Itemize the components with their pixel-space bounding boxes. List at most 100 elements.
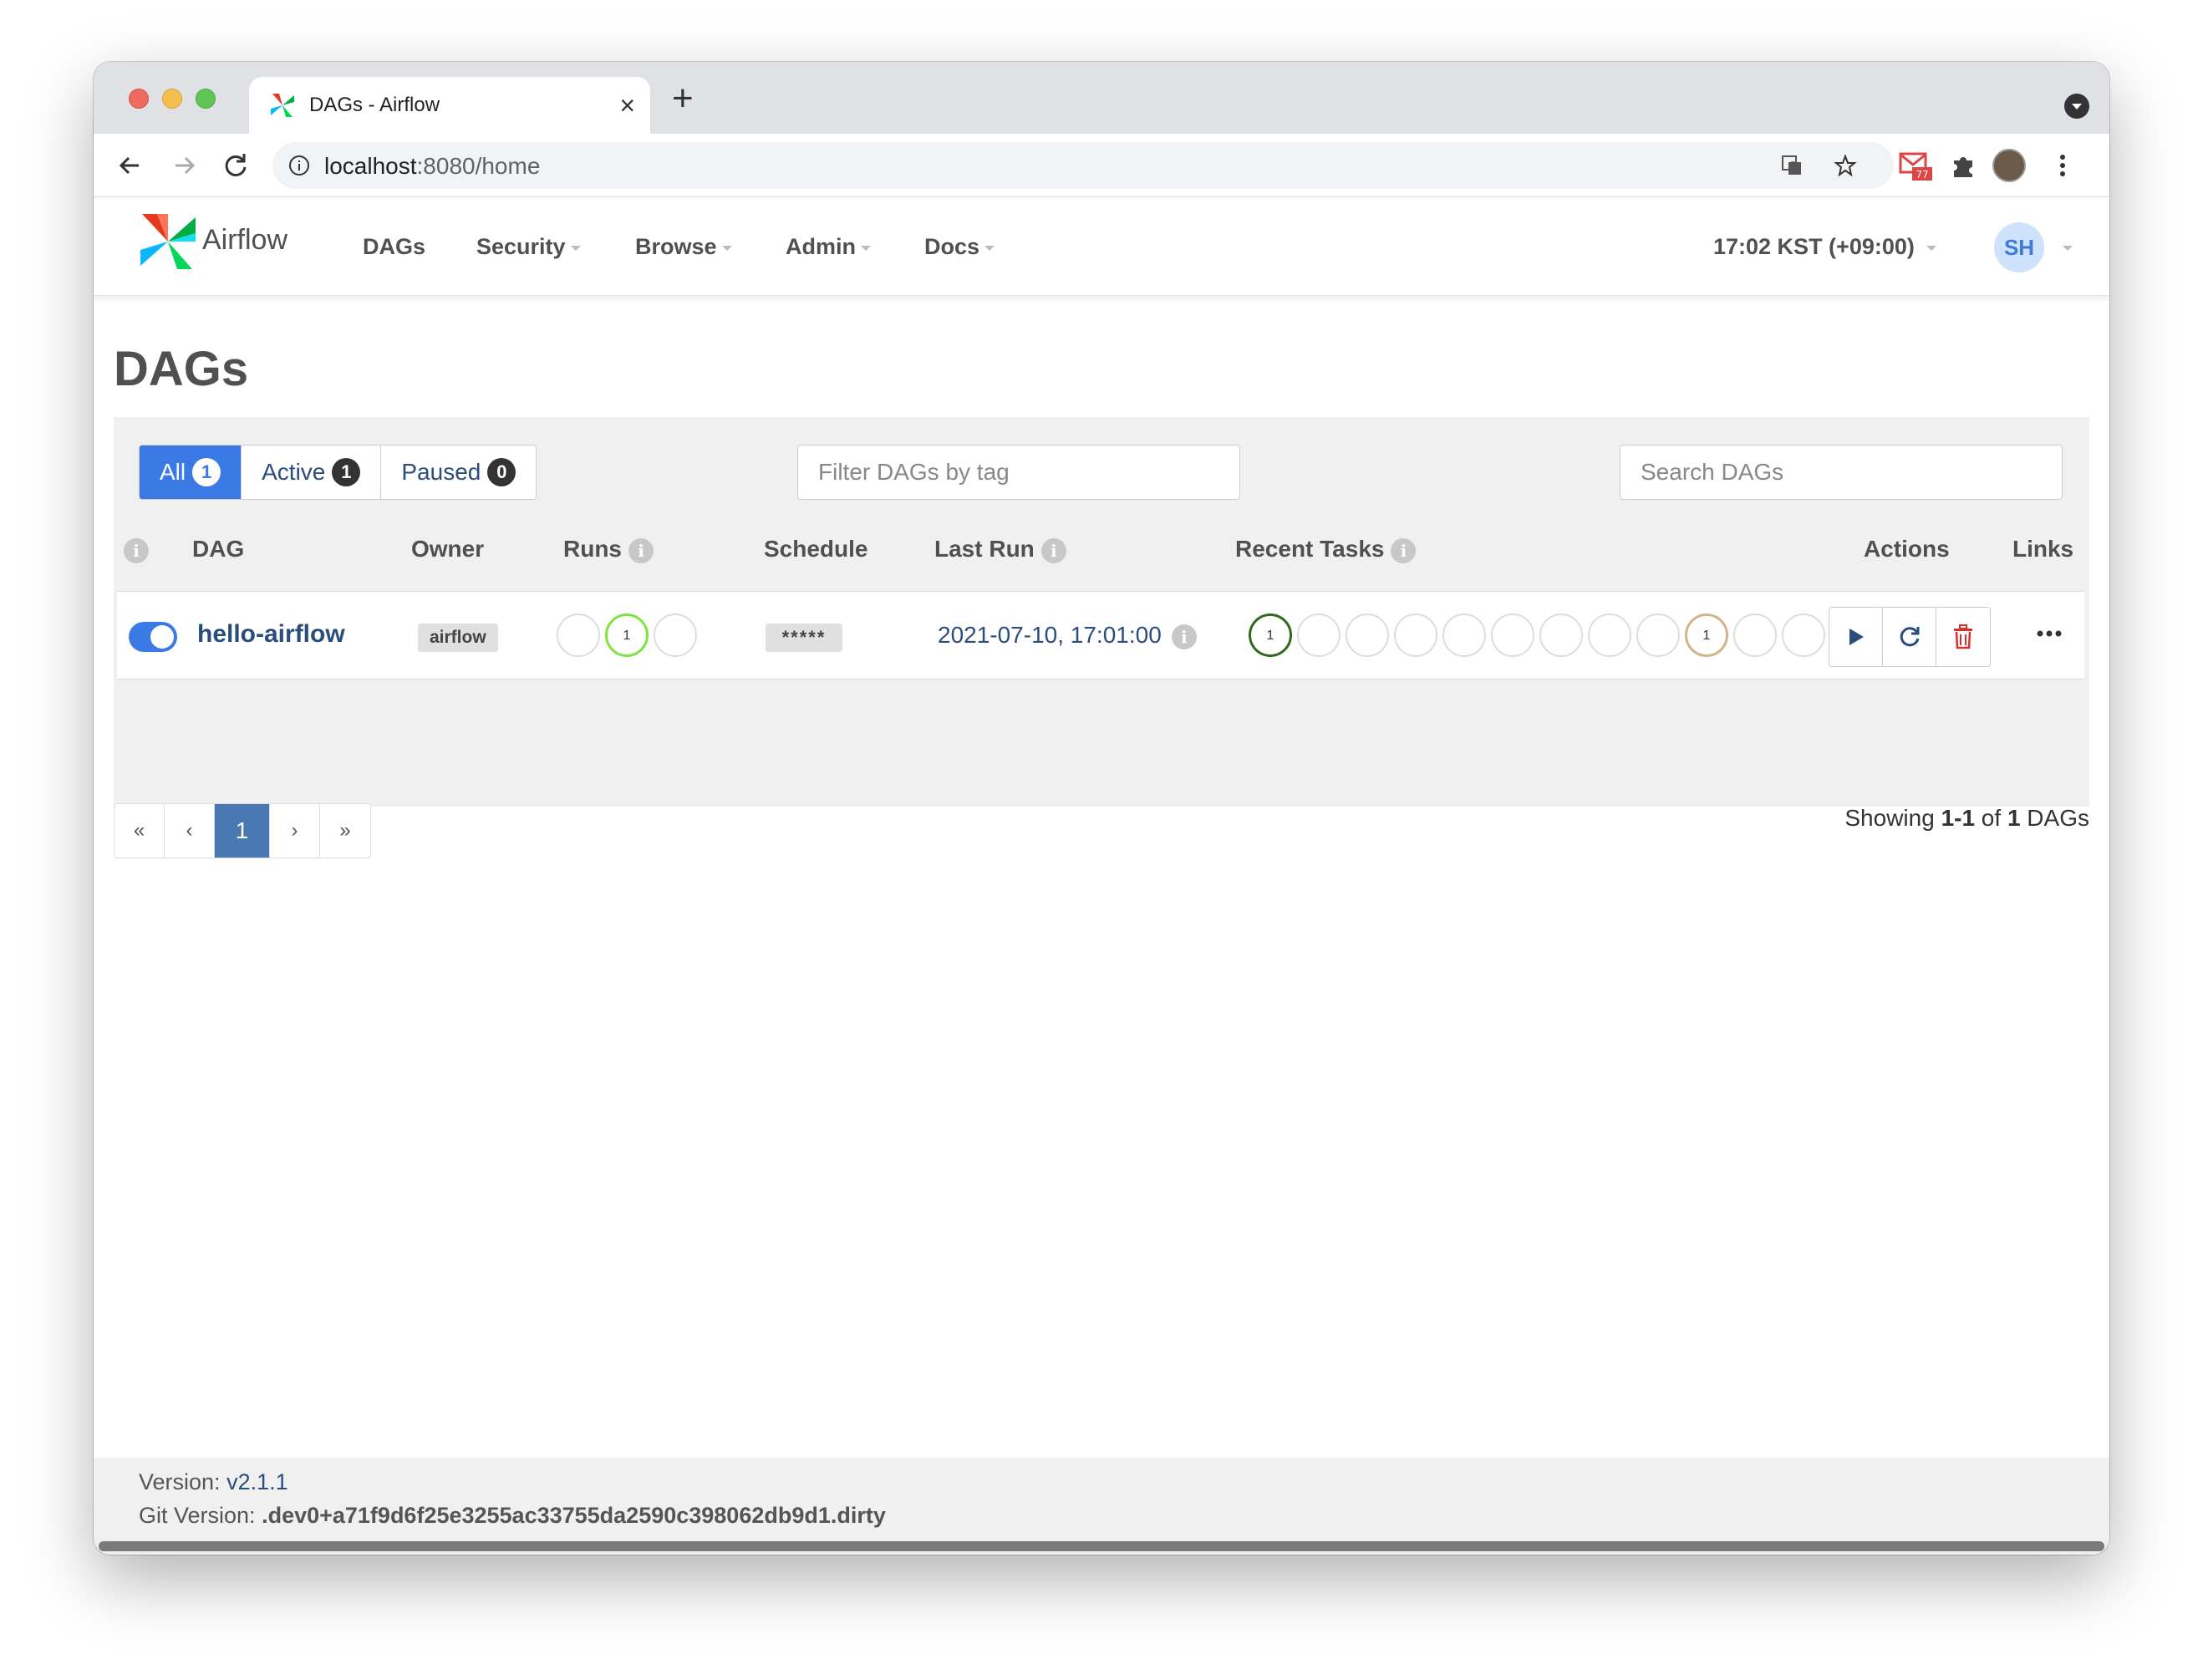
tab-close-icon[interactable]: × (619, 89, 635, 122)
git-version-line: Git Version: .dev0+a71f9d6f25e3255ac3375… (139, 1503, 886, 1529)
status-filter-group: All 1 Active 1 Paused 0 (139, 445, 537, 500)
horizontal-scrollbar[interactable] (99, 1541, 2104, 1551)
caret-down-icon (861, 245, 871, 251)
task-state-scheduled[interactable]: 1 (1685, 613, 1728, 657)
page-last-button[interactable]: » (320, 804, 370, 858)
back-arrow-icon[interactable] (114, 149, 147, 182)
run-state-success[interactable]: 1 (605, 613, 649, 657)
git-version-value: .dev0+a71f9d6f25e3255ac33755da2590c39806… (262, 1503, 886, 1528)
page-next-button[interactable]: › (270, 804, 320, 858)
nav-browse[interactable]: Browse (635, 234, 732, 260)
table-row: hello-airflow airflow 1 ***** 2021-07-10… (117, 591, 2084, 680)
last-run-detail-icon[interactable]: i (1171, 624, 1197, 649)
tab-search-icon[interactable] (2064, 94, 2089, 119)
header-actions: Actions (1864, 536, 1950, 562)
browser-toolbar: localhost:8080/home G 77 (94, 134, 2109, 197)
profile-avatar[interactable] (1992, 149, 2026, 182)
version-value[interactable]: v2.1.1 (226, 1469, 288, 1494)
site-info-icon[interactable] (287, 154, 311, 177)
task-state-removed[interactable] (1782, 613, 1825, 657)
header-last-run: Last Run i (934, 536, 1066, 563)
task-state-up-for-retry[interactable] (1491, 613, 1534, 657)
version-label: Version: (139, 1469, 227, 1494)
header-owner[interactable]: Owner (411, 536, 484, 563)
window-maximize-button[interactable] (196, 89, 216, 109)
filter-all-button[interactable]: All 1 (140, 445, 242, 499)
actions-group (1829, 607, 1991, 667)
header-dag[interactable]: DAG (192, 536, 244, 563)
runs-info-icon[interactable]: i (628, 537, 654, 563)
owner-tag[interactable]: airflow (418, 624, 498, 652)
reload-icon[interactable] (219, 149, 252, 182)
nav-security[interactable]: Security (476, 234, 581, 260)
header-links: Links (2012, 536, 2074, 562)
user-avatar[interactable]: SH (1994, 222, 2044, 272)
bookmark-star-icon[interactable] (1834, 154, 1857, 177)
git-version-label: Git Version: (139, 1503, 262, 1528)
task-state-deferred[interactable] (1733, 613, 1777, 657)
address-bar[interactable]: localhost:8080/home G (272, 142, 1894, 189)
extensions-puzzle-icon[interactable] (1947, 149, 1981, 182)
dags-panel: All1 Active1 Paused0 i DAG Owner Runsi S… (114, 417, 2089, 858)
airflow-navbar: Airflow DAGs Security Browse Admin Docs … (94, 197, 2109, 296)
airflow-brand[interactable]: Airflow (202, 224, 287, 257)
window-minimize-button[interactable] (162, 89, 182, 109)
run-state-queued[interactable] (557, 613, 600, 657)
nav-docs[interactable]: Docs (924, 234, 995, 260)
task-state-failed[interactable] (1346, 613, 1389, 657)
airflow-logo-icon[interactable] (137, 211, 199, 272)
header-recent-tasks: Recent Tasks i (1235, 536, 1417, 563)
task-state-skipped[interactable] (1442, 613, 1486, 657)
nav-dags-label: DAGs (363, 234, 426, 259)
showing-count: Showing 1-1 of 1 DAGs (1844, 805, 2089, 832)
timezone-selector[interactable]: 17:02 KST (+09:00) (1713, 234, 1936, 260)
url-host: localhost (324, 153, 417, 179)
links-more-icon[interactable] (2036, 624, 2063, 644)
page-first-button[interactable]: « (114, 804, 165, 858)
task-state-up-for-reschedule[interactable] (1539, 613, 1583, 657)
recent-tasks-info-icon[interactable]: i (1391, 537, 1417, 563)
task-state-success[interactable]: 1 (1249, 613, 1292, 657)
user-menu-caret-icon[interactable] (2063, 246, 2073, 251)
last-run-info-icon[interactable]: i (1040, 537, 1066, 563)
footer: Version: v2.1.1 Git Version: .dev0+a71f9… (94, 1458, 2109, 1555)
header-schedule: Schedule (764, 536, 868, 562)
browser-tab[interactable]: DAGs - Airflow × (249, 77, 650, 134)
nav-admin[interactable]: Admin (786, 234, 871, 260)
trigger-dag-button[interactable] (1829, 608, 1883, 666)
header-recent-tasks-label: Recent Tasks (1235, 536, 1385, 562)
header-last-run-label: Last Run (934, 536, 1035, 562)
translate-icon[interactable]: G (1780, 154, 1804, 177)
nav-admin-label: Admin (786, 234, 856, 259)
run-state-failed[interactable] (654, 613, 697, 657)
task-state-queued[interactable] (1588, 613, 1631, 657)
task-state-none[interactable] (1636, 613, 1680, 657)
filter-active-button[interactable]: Active 1 (242, 445, 382, 499)
new-tab-button[interactable]: + (672, 80, 694, 117)
forward-arrow-icon[interactable] (167, 149, 201, 182)
url-path: :8080/home (416, 153, 541, 179)
delete-dag-button[interactable] (1936, 608, 1990, 666)
task-state-running[interactable] (1297, 613, 1341, 657)
tab-title: DAGs - Airflow (309, 94, 440, 116)
header-info-icon[interactable]: i (124, 536, 149, 563)
tag-filter-input[interactable] (797, 445, 1240, 500)
search-dags-input[interactable] (1620, 445, 2063, 500)
task-state-upstream-failed[interactable] (1394, 613, 1437, 657)
url-text: localhost:8080/home (324, 153, 540, 180)
filter-paused-button[interactable]: Paused 0 (381, 445, 537, 499)
caret-down-icon (570, 245, 581, 251)
gmail-extension-icon[interactable]: 77 (1899, 149, 1932, 182)
page-prev-button[interactable]: ‹ (165, 804, 215, 858)
tab-bar: DAGs - Airflow × + (94, 62, 2109, 134)
window-close-button[interactable] (129, 89, 149, 109)
refresh-dag-button[interactable] (1883, 608, 1936, 666)
current-time: 17:02 KST (+09:00) (1713, 234, 1915, 259)
dag-link[interactable]: hello-airflow (197, 620, 345, 649)
last-run-value[interactable]: 2021-07-10, 17:01:00 (938, 622, 1162, 648)
schedule-tag[interactable]: ***** (766, 624, 842, 652)
browser-menu-icon[interactable] (2046, 149, 2079, 182)
dag-pause-toggle[interactable] (129, 622, 177, 652)
nav-dags[interactable]: DAGs (363, 234, 425, 260)
page-current-button[interactable]: 1 (215, 804, 270, 858)
